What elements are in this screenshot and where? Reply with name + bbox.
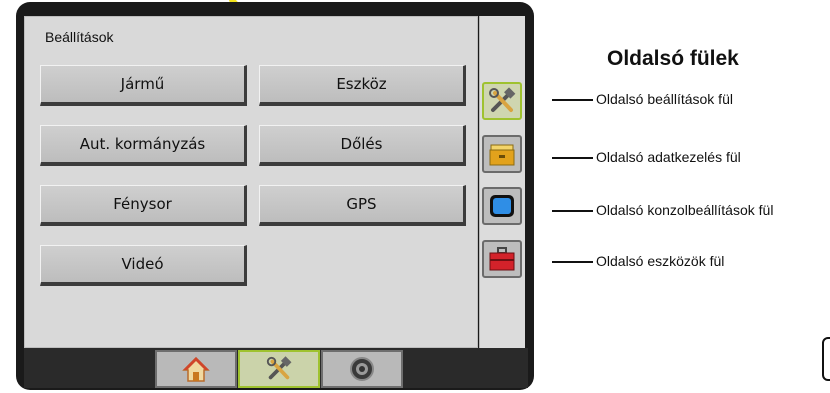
callout-line — [552, 261, 593, 263]
video-button[interactable]: Videó — [40, 245, 247, 286]
side-tab-settings[interactable] — [482, 82, 522, 120]
gauge-icon — [350, 357, 374, 381]
side-tab-console-settings[interactable] — [482, 187, 522, 225]
implement-button[interactable]: Eszköz — [259, 65, 466, 106]
page-edge-mark — [822, 337, 830, 381]
side-tab-strip — [479, 16, 525, 348]
console-icon — [490, 195, 514, 217]
auto-steering-button[interactable]: Aut. kormányzás — [40, 125, 247, 166]
panel-title: Beállítások — [45, 29, 114, 45]
home-icon — [182, 356, 210, 382]
annotation-heading: Oldalsó fülek — [607, 47, 739, 70]
callout-label-settings: Oldalsó beállítások fül — [596, 91, 733, 107]
tools-icon — [266, 356, 292, 380]
side-tab-tools[interactable] — [482, 240, 522, 278]
gps-button[interactable]: GPS — [259, 185, 466, 226]
bottom-tab-home[interactable] — [155, 350, 237, 388]
callout-line — [552, 157, 593, 159]
callout-label-tools: Oldalsó eszközök fül — [596, 253, 725, 269]
callout-label-console-settings: Oldalsó konzolbeállítások fül — [596, 202, 774, 218]
callout-line — [552, 99, 593, 101]
data-management-icon — [489, 144, 515, 166]
callout-label-data-management: Oldalsó adatkezelés fül — [596, 149, 741, 165]
vehicle-button[interactable]: Jármű — [40, 65, 247, 106]
side-tab-data-management[interactable] — [482, 135, 522, 173]
lightbar-button[interactable]: Fénysor — [40, 185, 247, 226]
bottom-tab-operation[interactable] — [321, 350, 403, 388]
tools-icon — [489, 87, 516, 112]
callout-line — [552, 210, 593, 212]
tilt-button[interactable]: Dőlés — [259, 125, 466, 166]
toolbox-icon — [489, 247, 515, 271]
bottom-tab-settings[interactable] — [238, 350, 320, 388]
